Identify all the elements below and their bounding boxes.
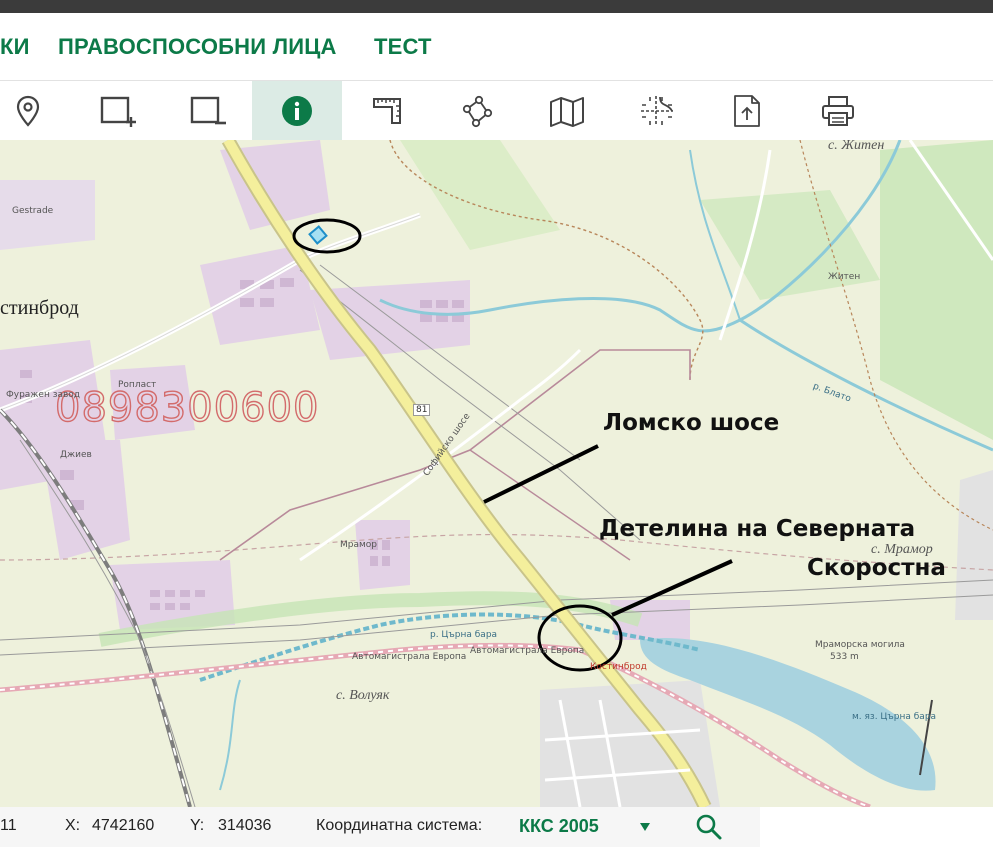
cross-section-icon [641, 96, 673, 126]
info-icon [282, 96, 312, 126]
select-remove-icon [190, 96, 226, 125]
map-layers-tool[interactable] [522, 81, 612, 141]
cross-section-tool[interactable] [612, 81, 702, 141]
crs-label: Координатна система: [316, 817, 483, 834]
polygon-draw-tool[interactable] [432, 81, 522, 141]
map-canvas[interactable] [0, 140, 993, 807]
x-coordinate: 4742160 [92, 817, 155, 834]
location-pin-tool[interactable] [0, 81, 73, 141]
annotation-detelina-line1: Детелина на Северната [599, 516, 916, 542]
x-label: X: [65, 817, 81, 834]
annotation-lomsko-shose: Ломско шосе [603, 410, 780, 436]
triangle-down-icon[interactable] [639, 819, 651, 837]
label-motorway-europa-1: Автомагистрала Европа [352, 652, 467, 662]
label-dzhiev: Джиев [60, 450, 92, 460]
select-add-icon [100, 96, 136, 127]
location-pin-icon [16, 95, 40, 127]
label-furzhe: Фуражен завод [6, 390, 81, 400]
label-mogila-height: 533 m [830, 652, 859, 662]
y-label: Y: [190, 817, 205, 834]
search-icon[interactable] [695, 813, 723, 846]
measure-area-tool[interactable] [342, 81, 432, 141]
nav-item-partial[interactable]: КИ [0, 34, 30, 60]
info-tool[interactable] [252, 81, 342, 141]
select-remove-tool[interactable] [163, 81, 253, 141]
map-toolbar [0, 80, 993, 141]
place-label-volyak: с. Волуяк [336, 688, 390, 703]
map-layers-icon [550, 97, 584, 127]
polygon-draw-icon [462, 95, 493, 128]
label-gestrade: Gestrade [12, 206, 54, 216]
town-label-kostinbrod: стинброд [0, 297, 79, 319]
label-river: р. Църна бара [430, 630, 498, 640]
measure-area-icon [373, 98, 401, 124]
export-tool[interactable] [702, 81, 792, 141]
print-icon [822, 96, 854, 126]
annotation-detelina-line2: Скоростна [807, 555, 946, 581]
nav-item-licensed-persons[interactable]: ПРАВОСПОСОБНИ ЛИЦА [58, 34, 337, 60]
label-lake: м. яз. Църна бара [852, 712, 937, 722]
print-tool[interactable] [793, 81, 883, 141]
label-mramor-road: Мрамор [340, 540, 378, 550]
map-view[interactable]: 0898300600 стинброд с. Житен с. Мрамор с… [0, 140, 993, 807]
label-mramorska-mogila: Мраморска могила [815, 640, 905, 650]
label-zhiten-road: Житен [828, 272, 861, 282]
road-number-81: 81 [413, 404, 431, 416]
nav-item-test[interactable]: ТЕСТ [374, 34, 432, 60]
crs-select-value[interactable]: ККС 2005 [519, 816, 599, 837]
main-nav: КИ ПРАВОСПОСОБНИ ЛИЦА ТЕСТ [0, 13, 993, 80]
export-icon [734, 95, 760, 127]
label-motorway-europa-2: Автомагистрала Европа [470, 646, 585, 656]
label-kostinbrod-red: Костинброд [590, 662, 647, 672]
y-coordinate: 314036 [218, 817, 272, 834]
window-top-bar [0, 0, 993, 13]
place-label-zhiten: с. Житен [828, 140, 885, 153]
status-bar: 11 X: 4742160 Y: 314036 Координатна сист… [0, 807, 760, 847]
watermark-phone: 0898300600 [54, 384, 320, 431]
select-add-tool[interactable] [73, 81, 163, 141]
scale-value: 11 [0, 817, 17, 834]
label-roplast: Ропласт [118, 380, 157, 390]
